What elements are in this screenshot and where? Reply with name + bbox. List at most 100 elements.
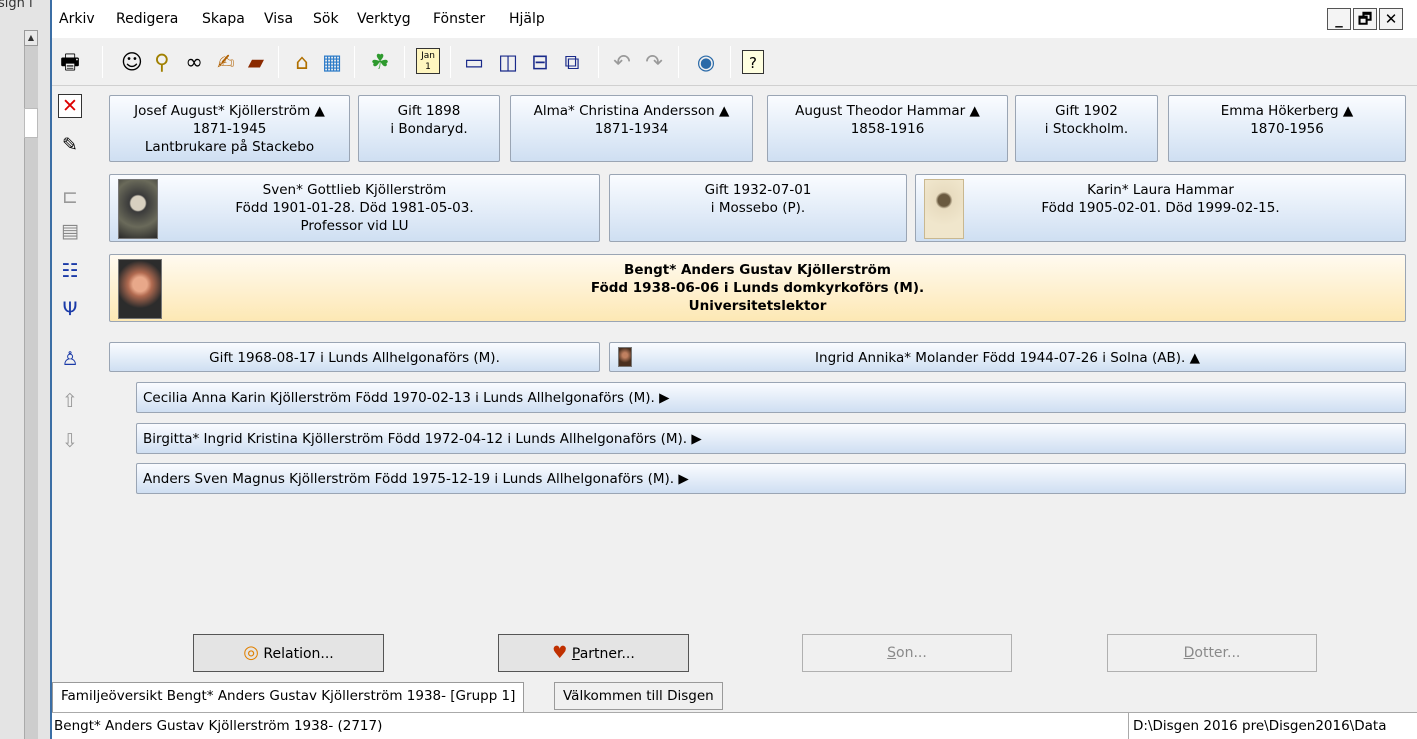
mother-photo <box>924 179 964 239</box>
menu-hjalp[interactable]: Hjälp <box>509 11 545 27</box>
grandfather-maternal-box[interactable]: August Theodor Hammar ▲ 1858-1916 <box>767 95 1008 162</box>
menu-sok[interactable]: Sök <box>313 11 339 27</box>
scroll-up-button[interactable]: ▲ <box>24 30 38 46</box>
child-text: Birgitta* Ingrid Kristina Kjöllerström F… <box>143 431 702 447</box>
status-path: D:\Disgen 2016 pre\Disgen2016\Data <box>1128 713 1386 739</box>
tab-welcome[interactable]: Välkommen till Disgen <box>554 682 723 710</box>
window-split-vertical-icon[interactable]: ◫ <box>494 48 522 76</box>
spouse-text: Ingrid Annika* Molander Född 1944-07-26 … <box>815 350 1200 366</box>
delete-icon[interactable]: ✕ <box>58 94 82 118</box>
side-toolbar: ✕ ✎ ⊏ ▤ ☷ Ψ ♙ ⇧ ⇩ <box>52 88 96 678</box>
child-row[interactable]: Cecilia Anna Karin Kjöllerström Född 197… <box>136 382 1406 413</box>
person-search-icon[interactable]: ⚲ <box>148 48 176 76</box>
person-dates: 1870-1956 <box>1250 121 1324 137</box>
window-cascade-icon[interactable]: ⧉ <box>558 48 586 76</box>
main-person-photo <box>118 259 162 319</box>
tree-icon[interactable]: ⊏ <box>58 184 82 210</box>
person-name: Karin* Laura Hammar <box>1087 182 1234 198</box>
menu-fonster[interactable]: Fönster <box>433 11 485 27</box>
marriage-box[interactable]: Gift 1968-08-17 i Lunds Allhelgonaförs (… <box>109 342 600 372</box>
person-dates: Född 1905-02-01. Död 1999-02-15. <box>1041 200 1280 216</box>
print-icon[interactable]: 🖶 <box>56 48 84 76</box>
notes-icon[interactable]: ✎ <box>58 132 82 158</box>
relation-label: Relation... <box>263 646 334 662</box>
person-dates: 1871-1934 <box>594 121 669 137</box>
rings-icon: ◎ <box>243 642 259 663</box>
edit-hand-icon[interactable]: ✍ <box>212 48 240 76</box>
binoculars-icon[interactable]: ∞ <box>180 48 208 76</box>
app-window: Arkiv Redigera Skapa Visa Sök Verktyg Fö… <box>50 0 1417 739</box>
child-row[interactable]: Anders Sven Magnus Kjöllerström Född 197… <box>136 463 1406 494</box>
menu-skapa[interactable]: Skapa <box>202 11 245 27</box>
status-bar: Bengt* Anders Gustav Kjöllerström 1938- … <box>52 712 1417 739</box>
menu-visa[interactable]: Visa <box>264 11 293 27</box>
marriage-place: i Mossebo (P). <box>710 200 806 216</box>
person-occupation: Lantbrukare på Stackebo <box>144 139 315 155</box>
person-name: Alma* Christina Andersson ▲ <box>533 103 730 119</box>
building-icon[interactable]: ▤ <box>58 218 82 244</box>
person-birth: Född 1938-06-06 i Lunds domkyrkoförs (M)… <box>590 280 925 296</box>
minimize-button[interactable]: _ <box>1327 8 1351 30</box>
grandmother-paternal-box[interactable]: Alma* Christina Andersson ▲ 1871-1934 <box>510 95 753 162</box>
menu-arkiv[interactable]: Arkiv <box>59 11 95 27</box>
person-name: Bengt* Anders Gustav Kjöllerström <box>624 262 891 278</box>
person-occupation: Universitetslektor <box>688 298 827 314</box>
person-dates: Född 1901-01-28. Död 1981-05-03. <box>235 200 474 216</box>
down-house-icon[interactable]: ⇩ <box>58 428 82 454</box>
couple-icon: ♥ <box>552 643 568 663</box>
parents-marriage-box[interactable]: Gift 1932-07-01 i Mossebo (P). <box>609 174 907 242</box>
descendants-icon[interactable]: Ψ <box>58 296 82 322</box>
marriage-date: Gift 1902 <box>1055 103 1118 119</box>
up-house-icon[interactable]: ⇧ <box>58 388 82 414</box>
son-button[interactable]: Son... <box>802 634 1012 672</box>
help-icon[interactable]: ? <box>742 50 764 74</box>
main-person-box[interactable]: Bengt* Anders Gustav Kjöllerström Född 1… <box>109 254 1406 322</box>
marriage-date: Gift 1932-07-01 <box>704 182 812 198</box>
map-icon[interactable]: ☘ <box>366 48 394 76</box>
grandmother-maternal-box[interactable]: Emma Hökerberg ▲ 1870-1956 <box>1168 95 1406 162</box>
menu-redigera[interactable]: Redigera <box>116 11 178 27</box>
menu-verktyg[interactable]: Verktyg <box>357 11 411 27</box>
tab-family-overview[interactable]: Familjeöversikt Bengt* Anders Gustav Kjö… <box>52 682 525 712</box>
grandparents-paternal-marriage-box[interactable]: Gift 1898 i Bondaryd. <box>358 95 500 162</box>
grandparents-maternal-marriage-box[interactable]: Gift 1902 i Stockholm. <box>1015 95 1158 162</box>
person-occupation: Professor vid LU <box>300 218 409 234</box>
restore-button[interactable]: 🗗 <box>1353 8 1377 30</box>
relation-button[interactable]: ◎ Relation... <box>193 634 384 672</box>
child-text: Cecilia Anna Karin Kjöllerström Född 197… <box>143 390 670 406</box>
globe-icon[interactable]: ◉ <box>692 48 720 76</box>
window-split-horizontal-icon[interactable]: ⊟ <box>526 48 554 76</box>
marriage-date: Gift 1898 <box>397 103 461 119</box>
child-row[interactable]: Birgitta* Ingrid Kristina Kjöllerström F… <box>136 423 1406 454</box>
person-icon[interactable]: ☺ <box>118 48 146 76</box>
spouse-box[interactable]: Ingrid Annika* Molander Född 1944-07-26 … <box>609 342 1406 372</box>
son-mnemonic: S <box>887 645 897 661</box>
calendar-icon[interactable]: Jan 1 <box>416 48 440 74</box>
home-icon[interactable]: ⌂ <box>288 48 316 76</box>
columns-icon[interactable]: ☷ <box>58 258 82 284</box>
toolbar: 🖶 ☺ ⚲ ∞ ✍ ▰ ⌂ ▦ ☘ Jan 1 ▭ ◫ ⊟ ⧉ ↶ ↷ ◉ ? <box>52 38 1417 86</box>
redo-icon[interactable]: ↷ <box>640 48 668 76</box>
person-name: Sven* Gottlieb Kjöllerström <box>262 182 447 198</box>
close-button[interactable]: ✕ <box>1379 8 1403 30</box>
father-box[interactable]: Sven* Gottlieb Kjöllerström Född 1901-01… <box>109 174 600 242</box>
mother-box[interactable]: Karin* Laura Hammar Född 1905-02-01. Död… <box>915 174 1406 242</box>
map-book-icon[interactable]: ▦ <box>318 48 346 76</box>
dotter-button[interactable]: Dotter... <box>1107 634 1317 672</box>
dotter-label: otter... <box>1194 645 1241 661</box>
person-dates: 1858-1916 <box>850 121 925 137</box>
background-window: sign i ▲ <box>0 0 50 739</box>
person-name: Emma Hökerberg ▲ <box>1220 103 1354 119</box>
father-photo <box>118 179 158 239</box>
partner-mnemonic: P <box>571 646 580 662</box>
book-icon[interactable]: ▰ <box>242 48 270 76</box>
status-person: Bengt* Anders Gustav Kjöllerström 1938- … <box>54 718 383 734</box>
child-text: Anders Sven Magnus Kjöllerström Född 197… <box>143 471 689 487</box>
window-single-icon[interactable]: ▭ <box>460 48 488 76</box>
marriage-place: i Bondaryd. <box>390 121 468 137</box>
hierarchy-icon[interactable]: ♙ <box>58 346 82 372</box>
undo-icon[interactable]: ↶ <box>608 48 636 76</box>
partner-button[interactable]: ♥ Partner... <box>498 634 689 672</box>
marriage-place: i Stockholm. <box>1044 121 1129 137</box>
grandfather-paternal-box[interactable]: Josef August* Kjöllerström ▲ 1871-1945 L… <box>109 95 350 162</box>
